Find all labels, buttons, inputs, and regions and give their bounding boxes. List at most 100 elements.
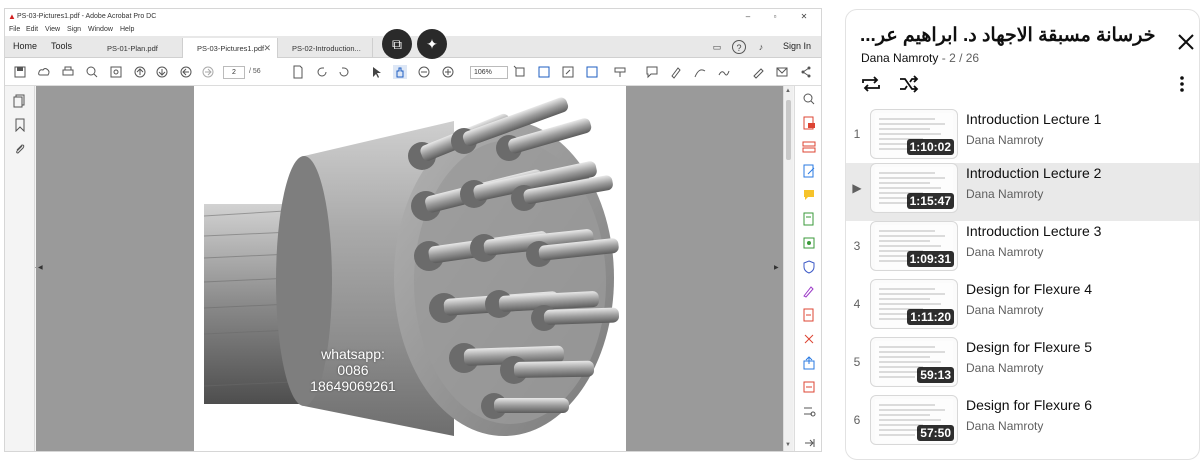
expand-right-arrow-icon[interactable]: ▶ <box>774 264 779 271</box>
fullscreen-icon[interactable] <box>561 65 575 79</box>
playlist-video-item[interactable]: ▶ 1:15:47 Introduction Lecture 2 Dana Namro… <box>846 163 1199 221</box>
picture-in-picture-button[interactable]: ⧉ <box>382 29 412 59</box>
playlist-video-item[interactable]: 4 1:11:20 Design for Flexure 4 Dana Namroty <box>846 279 1199 337</box>
vertical-scrollbar[interactable]: ▲ ▼ <box>783 86 793 451</box>
undo-icon[interactable] <box>337 65 351 79</box>
playlist-video-item[interactable]: 5 59:13 Design for Flexure 5 Dana Namroty <box>846 337 1199 395</box>
zoom-out-icon[interactable] <box>417 65 431 79</box>
fill-sign-icon[interactable] <box>717 65 731 79</box>
video-title[interactable]: Design for Flexure 5 <box>966 339 1092 355</box>
comment-tool-icon[interactable] <box>802 188 816 202</box>
doc-tab-pictures[interactable]: PS-03-Pictures1.pdf ✕ <box>183 38 278 58</box>
comment-icon[interactable]: ▭ <box>710 40 724 54</box>
crop-icon[interactable] <box>537 65 551 79</box>
document-view[interactable]: whatsapp: 0086 18649069261 ◀ ▶ <box>36 86 783 451</box>
help-icon[interactable]: ? <box>732 40 746 54</box>
back-icon[interactable] <box>179 65 193 79</box>
upload-cloud-icon[interactable] <box>37 65 51 79</box>
email-icon[interactable] <box>775 65 789 79</box>
more-options-icon[interactable] <box>1179 75 1185 93</box>
sign-pen-icon[interactable] <box>751 65 765 79</box>
video-thumbnail[interactable]: 57:50 <box>870 395 958 445</box>
page-up-icon[interactable] <box>133 65 147 79</box>
home-tab[interactable]: Home <box>13 41 37 51</box>
protect-icon[interactable] <box>802 260 816 274</box>
video-channel[interactable]: Dana Namroty <box>966 133 1043 147</box>
stamp-icon[interactable] <box>613 65 627 79</box>
menu-edit[interactable]: Edit <box>26 26 38 33</box>
close-playlist-icon[interactable] <box>1176 32 1196 52</box>
fit-page-icon[interactable] <box>513 65 527 79</box>
tools-tab[interactable]: Tools <box>51 41 72 51</box>
scroll-down-arrow-icon[interactable]: ▼ <box>785 442 791 448</box>
video-title[interactable]: Design for Flexure 4 <box>966 281 1092 297</box>
minimize-button[interactable]: – <box>735 11 761 23</box>
maximize-button[interactable]: ▫ <box>762 11 788 23</box>
playlist-video-item[interactable]: 3 1:09:31 Introduction Lecture 3 Dana Namro… <box>846 221 1199 279</box>
page-number-input[interactable]: 2 <box>223 66 245 79</box>
search-icon[interactable] <box>85 65 99 79</box>
doc-tab-introduction[interactable]: PS-02-Introduction... <box>278 38 373 58</box>
send-for-review-icon[interactable] <box>802 380 816 394</box>
export-pdf-icon[interactable] <box>802 116 816 130</box>
menu-file[interactable]: File <box>9 26 20 33</box>
video-title[interactable]: Introduction Lecture 2 <box>966 165 1101 181</box>
shuffle-icon[interactable] <box>898 74 920 94</box>
loop-playlist-icon[interactable] <box>860 74 882 94</box>
sign-in-link[interactable]: Sign In <box>783 41 811 51</box>
read-mode-icon[interactable] <box>585 65 599 79</box>
scroll-up-arrow-icon[interactable]: ▲ <box>785 88 791 94</box>
save-icon[interactable] <box>13 65 27 79</box>
menu-sign[interactable]: Sign <box>67 26 81 33</box>
video-thumbnail[interactable]: 1:15:47 <box>870 163 958 213</box>
share-file-icon[interactable] <box>802 356 816 370</box>
document-icon[interactable] <box>291 65 305 79</box>
highlight-pen-icon[interactable] <box>669 65 683 79</box>
video-channel[interactable]: Dana Namroty <box>966 187 1043 201</box>
screenshot-icon[interactable] <box>109 65 123 79</box>
video-title[interactable]: Introduction Lecture 3 <box>966 223 1101 239</box>
add-comment-icon[interactable] <box>645 65 659 79</box>
video-thumbnail[interactable]: 1:11:20 <box>870 279 958 329</box>
video-channel[interactable]: Dana Namroty <box>966 419 1043 433</box>
forward-icon[interactable] <box>201 65 215 79</box>
bookmark-icon[interactable] <box>13 118 27 133</box>
video-thumbnail[interactable]: 59:13 <box>870 337 958 387</box>
combine-files-icon[interactable] <box>802 212 816 226</box>
menu-view[interactable]: View <box>45 26 60 33</box>
menu-help[interactable]: Help <box>120 26 134 33</box>
video-title[interactable]: Design for Flexure 6 <box>966 397 1092 413</box>
share-icon[interactable] <box>799 65 813 79</box>
playlist-owner[interactable]: Dana Namroty <box>861 51 938 65</box>
close-tab-icon[interactable]: ✕ <box>263 43 271 54</box>
page-thumbnails-icon[interactable] <box>13 94 27 108</box>
playlist-video-item[interactable]: 6 57:50 Design for Flexure 6 Dana Namroty <box>846 395 1199 453</box>
bell-icon[interactable]: ♪ <box>754 40 768 54</box>
fill-sign-tool-icon[interactable] <box>802 284 816 298</box>
hand-tool-icon[interactable] <box>393 65 407 79</box>
expand-left-arrow-icon[interactable]: ◀ <box>38 264 43 271</box>
video-channel[interactable]: Dana Namroty <box>966 361 1043 375</box>
video-channel[interactable]: Dana Namroty <box>966 303 1043 317</box>
video-thumbnail[interactable]: 1:10:02 <box>870 109 958 159</box>
video-title[interactable]: Introduction Lecture 1 <box>966 111 1101 127</box>
zoom-in-icon[interactable] <box>441 65 455 79</box>
compress-icon[interactable] <box>802 332 816 346</box>
create-pdf-icon[interactable] <box>802 308 816 322</box>
scan-ocr-icon[interactable] <box>802 236 816 250</box>
video-channel[interactable]: Dana Namroty <box>966 245 1043 259</box>
zoom-level-select[interactable]: 106% <box>470 66 508 79</box>
playlist-video-item[interactable]: 1 1:10:02 Introduction Lecture 1 Dana Namro… <box>846 109 1199 167</box>
ai-assistant-sparkle-button[interactable]: ✦ <box>417 29 447 59</box>
attachment-icon[interactable] <box>13 142 27 156</box>
more-tools-icon[interactable] <box>802 404 816 418</box>
print-icon[interactable] <box>61 65 75 79</box>
organize-pages-icon[interactable] <box>802 140 816 154</box>
edit-pdf-icon[interactable] <box>802 164 816 178</box>
playlist-title[interactable]: خرسانة مسبقة الاجهاد د. ابراهيم عر... <box>860 24 1160 47</box>
rotate-icon[interactable] <box>315 65 329 79</box>
scrollbar-thumb[interactable] <box>786 100 791 160</box>
search-tools-icon[interactable] <box>802 92 816 106</box>
doc-tab-plan[interactable]: PS-01-Plan.pdf <box>93 38 183 58</box>
menu-window[interactable]: Window <box>88 26 113 33</box>
